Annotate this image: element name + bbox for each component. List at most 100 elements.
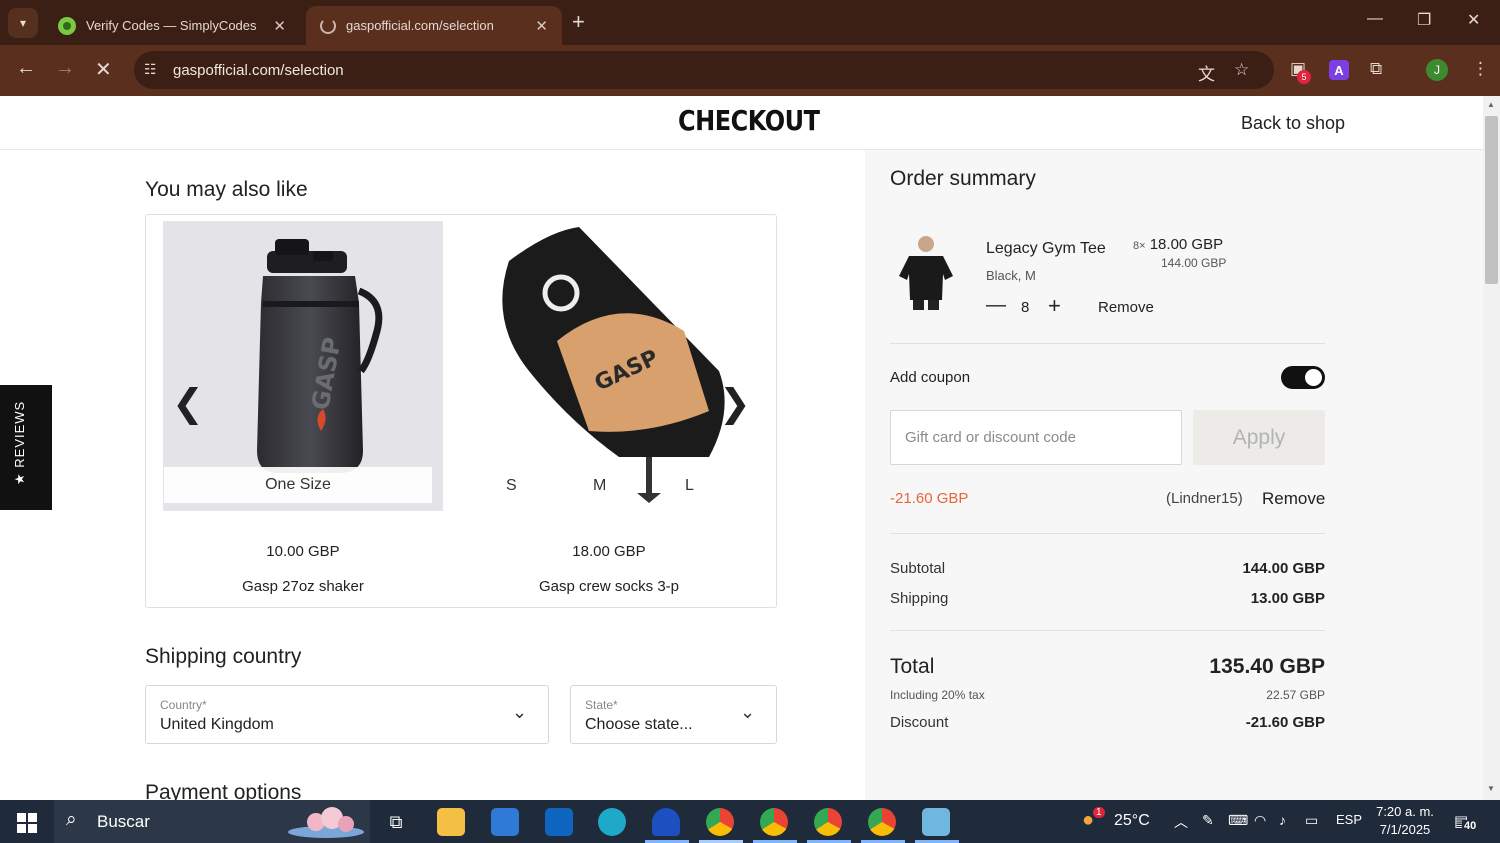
summary-divider [890, 630, 1325, 631]
browser-menu-icon[interactable]: ⋮ [1472, 59, 1489, 79]
order-summary-title: Order summary [890, 167, 1036, 190]
carousel-prev-arrow-icon[interactable]: ❮ [172, 381, 204, 426]
restore-icon[interactable]: ❐ [1417, 10, 1431, 30]
carousel-next-arrow-icon[interactable]: ❯ [719, 381, 751, 426]
apply-coupon-button[interactable]: Apply [1193, 410, 1325, 465]
taskbar-search[interactable]: ⌕ Buscar [54, 800, 370, 843]
browser-tab-bar: ▾ Verify Codes — SimplyCodes ✕ gaspoffic… [0, 0, 1500, 45]
weather-alert-badge: 1 [1093, 807, 1105, 818]
forward-arrow-icon[interactable]: → [55, 57, 75, 80]
scroll-down-icon[interactable]: ▼ [1487, 784, 1495, 793]
search-highlight-icon [288, 807, 364, 838]
site-info-icon[interactable]: ☷ [144, 61, 157, 78]
summary-divider [890, 533, 1325, 534]
volume-icon[interactable]: ♪ [1279, 812, 1286, 828]
qty-value[interactable]: 8 [1021, 299, 1029, 316]
back-to-shop-link[interactable]: Back to shop [1241, 113, 1345, 134]
tab-gasp-selection[interactable]: gaspofficial.com/selection ✕ [306, 6, 562, 45]
discount-label: Discount [890, 714, 949, 731]
language-indicator[interactable]: ESP [1336, 812, 1362, 827]
translate-icon[interactable]: 文 [1198, 60, 1215, 85]
notepad-icon[interactable] [922, 808, 950, 836]
tab-title: gaspofficial.com/selection [346, 18, 494, 33]
discount-value: -21.60 GBP [1245, 714, 1325, 731]
shaker-image[interactable]: GASP One Size [163, 221, 443, 511]
notification-count: 40 [1462, 820, 1479, 832]
coupon-toggle[interactable] [1281, 366, 1325, 389]
tab-search-button[interactable]: ▾ [8, 8, 38, 38]
extensions-puzzle-icon[interactable]: ⧉ [1370, 59, 1382, 79]
close-tab-icon[interactable]: ✕ [535, 17, 548, 35]
extension-a-icon[interactable]: A [1329, 60, 1349, 80]
qty-increase-icon[interactable]: + [1048, 293, 1061, 319]
cart-item-unit-price: 8× 18.00 GBP [1133, 236, 1223, 253]
new-tab-icon[interactable]: + [572, 10, 585, 34]
outlook-icon[interactable] [545, 808, 573, 836]
chevron-down-icon: ⌄ [740, 702, 756, 722]
chrome-j-icon[interactable] [706, 808, 734, 836]
size-option-one-size[interactable]: One Size [164, 467, 432, 503]
qty-decrease-icon[interactable]: — [986, 294, 1006, 317]
windows-start-icon[interactable] [17, 813, 37, 833]
minimize-icon[interactable]: — [1367, 10, 1383, 28]
coupon-code-input[interactable] [890, 410, 1182, 465]
clock-date: 7/1/2025 [1379, 822, 1431, 837]
size-options: S M L [469, 467, 749, 503]
pen-icon[interactable]: ✎ [1202, 812, 1214, 829]
store-icon[interactable] [491, 808, 519, 836]
stop-loading-icon[interactable]: ✕ [95, 57, 112, 82]
product-card-socks[interactable]: GASP S M L 18.00 GBP Gasp crew socks 3-p [469, 221, 749, 595]
close-window-icon[interactable]: ✕ [1467, 10, 1480, 30]
socks-image[interactable]: GASP S M L [469, 221, 749, 511]
tab-title: Verify Codes — SimplyCodes [86, 18, 257, 33]
state-select-label: State* [585, 698, 618, 712]
shipping-label: Shipping [890, 590, 949, 607]
tax-label: Including 20% tax [890, 688, 985, 702]
file-explorer-icon[interactable] [437, 808, 465, 836]
address-bar[interactable]: ☷ gaspofficial.com/selection 文 ☆ [134, 51, 1274, 89]
taskbar-search-text: Buscar [97, 812, 150, 831]
recommendations-title: You may also like [145, 178, 308, 201]
chrome-t-icon[interactable] [760, 808, 788, 836]
tshirt-model-icon [899, 236, 953, 310]
product-price: 18.00 GBP [572, 543, 646, 560]
back-arrow-icon[interactable]: ← [16, 57, 36, 80]
tab-simplycodes[interactable]: Verify Codes — SimplyCodes ✕ [44, 6, 300, 45]
url-text: gaspofficial.com/selection [173, 62, 344, 79]
applied-discount-code: (Lindner15) [1166, 490, 1243, 507]
chrome-t2-icon[interactable] [814, 808, 842, 836]
country-select[interactable]: Country* United Kingdom ⌄ [145, 685, 549, 744]
weather-temperature[interactable]: 25°C [1114, 812, 1150, 830]
scrollbar-thumb[interactable] [1485, 116, 1498, 284]
state-select[interactable]: State* Choose state... ⌄ [570, 685, 777, 744]
simplycodes-favicon-icon [58, 16, 76, 35]
tray-chevron-up-icon[interactable]: ︿ [1174, 812, 1188, 832]
subtotal-label: Subtotal [890, 560, 946, 577]
task-view-icon[interactable]: ⧉ [382, 808, 410, 836]
remove-item-button[interactable]: Remove [1098, 299, 1154, 316]
checkout-page: CHECKOUT Back to shop ★ REVIEWS You may … [0, 96, 1483, 800]
meet-now-icon[interactable]: ⌨ [1228, 812, 1248, 829]
unit-price: 18.00 GBP [1149, 236, 1224, 253]
product-name[interactable]: Gasp 27oz shaker [163, 578, 443, 595]
size-option-s[interactable]: S [506, 477, 517, 495]
wifi-icon[interactable]: ◠ [1254, 812, 1266, 829]
scroll-up-icon[interactable]: ▲ [1487, 100, 1495, 109]
chrome-w-icon[interactable] [868, 808, 896, 836]
reviews-side-tab[interactable]: ★ REVIEWS [0, 385, 52, 510]
product-name[interactable]: Gasp crew socks 3-p [469, 578, 749, 595]
product-card-shaker[interactable]: GASP One Size 10.00 GBP Gasp 27oz shaker [163, 221, 443, 595]
profile-avatar[interactable]: J [1426, 59, 1448, 81]
remove-discount-button[interactable]: Remove [1262, 489, 1325, 509]
app-icon[interactable] [652, 808, 680, 836]
battery-icon[interactable]: ▭ [1305, 812, 1318, 829]
close-tab-icon[interactable]: ✕ [273, 17, 286, 35]
page-scrollbar[interactable]: ▲ ▼ [1483, 96, 1500, 800]
shipping-value: 13.00 GBP [1250, 590, 1325, 607]
taskbar-clock[interactable]: 7:20 a. m. 7/1/2025 [1370, 803, 1440, 839]
bookmark-star-icon[interactable]: ☆ [1234, 60, 1249, 80]
size-option-m[interactable]: M [593, 477, 606, 495]
toggle-knob [1305, 369, 1322, 386]
edge-icon[interactable] [598, 808, 626, 836]
size-option-l[interactable]: L [685, 477, 694, 495]
